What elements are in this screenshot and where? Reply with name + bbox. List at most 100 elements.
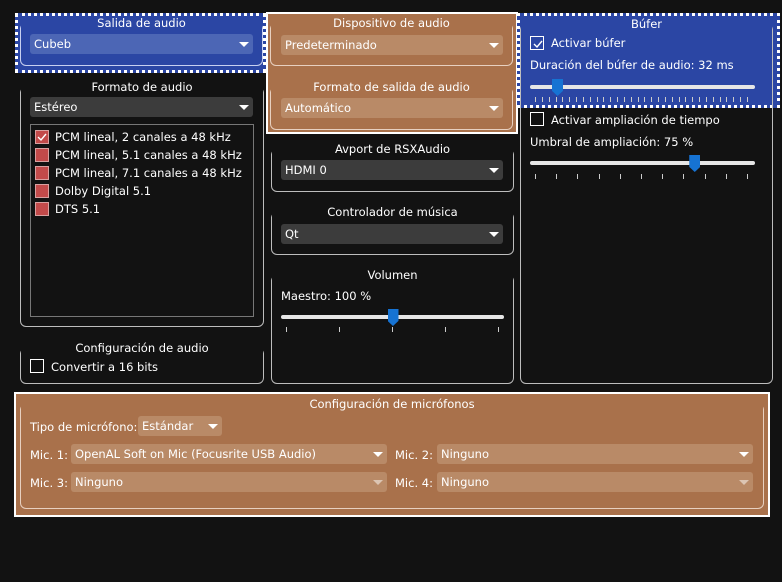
slider-tick [712, 97, 714, 102]
slider-tick [664, 97, 666, 102]
mic-type-dropdown[interactable]: Estándar [138, 416, 222, 436]
slider-tick [548, 97, 550, 102]
slider-tick [576, 97, 578, 102]
slider-tick [705, 97, 707, 102]
slider-tick [683, 174, 685, 179]
mic1-dropdown[interactable]: OpenAL Soft on Mic (Focusrite USB Audio) [71, 444, 387, 464]
chevron-down-icon [489, 106, 499, 111]
format-label: PCM lineal, 2 canales a 48 kHz [55, 130, 231, 144]
chevron-down-icon [373, 452, 383, 457]
buffer-duration-label: Duración del búfer de audio: 32 ms [530, 58, 734, 72]
slider-tick [662, 174, 664, 179]
mic3-dropdown[interactable]: Ninguno [71, 472, 387, 492]
buffer-group: Búfer [520, 17, 773, 384]
slider-tick [637, 97, 639, 102]
avport-dropdown[interactable]: HDMI 0 [281, 160, 503, 180]
chevron-down-icon [489, 168, 499, 173]
chevron-down-icon [739, 452, 749, 457]
buffer-duration-track[interactable] [530, 85, 755, 89]
format-checkbox[interactable] [35, 148, 49, 162]
slider-tick [685, 97, 687, 102]
chevron-down-icon [489, 43, 499, 48]
format-label: Dolby Digital 5.1 [55, 184, 152, 198]
mic1-label: Mic. 1: [30, 448, 68, 462]
slider-tick [733, 97, 735, 102]
enable-buffer-label: Activar búfer [551, 36, 626, 50]
format-checkbox[interactable] [35, 202, 49, 216]
slider-tick [555, 97, 557, 102]
audio-format-value: Estéreo [34, 100, 78, 114]
slider-tick [747, 174, 748, 179]
mic4-dropdown[interactable]: Ninguno [437, 472, 753, 492]
audio-device-value: Predeterminado [285, 38, 377, 52]
audio-format-list: PCM lineal, 2 canales a 48 kHz PCM lineal… [30, 124, 254, 317]
format-checkbox[interactable] [35, 166, 49, 180]
audio-output-format-value: Automático [285, 101, 352, 115]
audio-device-title: Dispositivo de audio [324, 16, 459, 30]
slider-tick [644, 97, 646, 102]
slider-tick [747, 97, 748, 102]
chevron-down-icon [208, 424, 218, 429]
enable-buffer-checkbox[interactable] [530, 36, 544, 50]
slider-tick [630, 97, 632, 102]
slider-tick [598, 174, 600, 179]
music-driver-dropdown[interactable]: Qt [281, 224, 503, 244]
slider-tick [740, 97, 742, 102]
slider-tick [569, 97, 571, 102]
mic3-value: Ninguno [75, 475, 123, 489]
audio-config-title: Configuración de audio [66, 341, 218, 355]
slider-tick [562, 97, 564, 102]
chevron-down-icon [239, 42, 249, 47]
mic3-label: Mic. 3: [30, 476, 68, 490]
buffer-duration-ticks [535, 97, 748, 102]
checkmark-icon [533, 40, 543, 49]
mic2-value: Ninguno [441, 447, 489, 461]
avport-title: Avport de RSXAudio [325, 142, 460, 156]
slider-tick [535, 174, 536, 179]
slider-tick [556, 174, 558, 179]
audio-format-title: Formato de audio [82, 80, 202, 94]
master-volume-label: Maestro: 100 % [281, 289, 372, 303]
format-checkbox[interactable] [35, 130, 49, 144]
convert-16bit-checkbox[interactable] [30, 359, 44, 373]
slider-tick [582, 97, 584, 102]
slider-tick [619, 174, 621, 179]
audio-output-value: Cubeb [34, 37, 71, 51]
mic-type-label: Tipo de micrófono: [30, 420, 138, 434]
stretch-threshold-track[interactable] [530, 161, 755, 165]
volume-title: Volumen [358, 268, 427, 282]
slider-tick [535, 97, 536, 102]
music-driver-title: Controlador de música [318, 205, 467, 219]
audio-output-title: Salida de audio [88, 16, 195, 30]
audio-format-dropdown[interactable]: Estéreo [30, 97, 253, 117]
slider-tick [658, 97, 660, 102]
audio-device-dropdown[interactable]: Predeterminado [281, 35, 503, 55]
audio-output-format-dropdown[interactable]: Automático [281, 98, 503, 118]
format-label: DTS 5.1 [55, 202, 101, 216]
mic1-value: OpenAL Soft on Mic (Focusrite USB Audio) [75, 447, 316, 461]
slider-tick [339, 327, 340, 332]
mic2-label: Mic. 2: [395, 448, 433, 462]
slider-tick [692, 97, 694, 102]
mic4-label: Mic. 4: [395, 476, 433, 490]
enable-stretch-checkbox[interactable] [530, 112, 544, 126]
format-label: PCM lineal, 7.1 canales a 48 kHz [55, 166, 242, 180]
slider-tick [392, 327, 393, 332]
slider-tick [498, 327, 499, 332]
format-checkbox[interactable] [35, 184, 49, 198]
slider-tick [596, 97, 598, 102]
slider-tick [725, 174, 727, 179]
mic2-dropdown[interactable]: Ninguno [437, 444, 753, 464]
slider-tick [641, 174, 642, 179]
mic-config-title: Configuración de micrófonos [300, 397, 484, 411]
buffer-title: Búfer [621, 17, 672, 31]
slider-tick [726, 97, 728, 102]
format-label: PCM lineal, 5.1 canales a 48 kHz [55, 148, 242, 162]
stretch-threshold-label: Umbral de ampliación: 75 % [530, 135, 694, 149]
slider-tick [671, 97, 673, 102]
slider-tick [699, 97, 701, 102]
slider-tick [445, 327, 446, 332]
stretch-threshold-ticks [535, 174, 748, 179]
audio-output-dropdown[interactable]: Cubeb [30, 34, 253, 54]
slider-tick [617, 97, 619, 102]
